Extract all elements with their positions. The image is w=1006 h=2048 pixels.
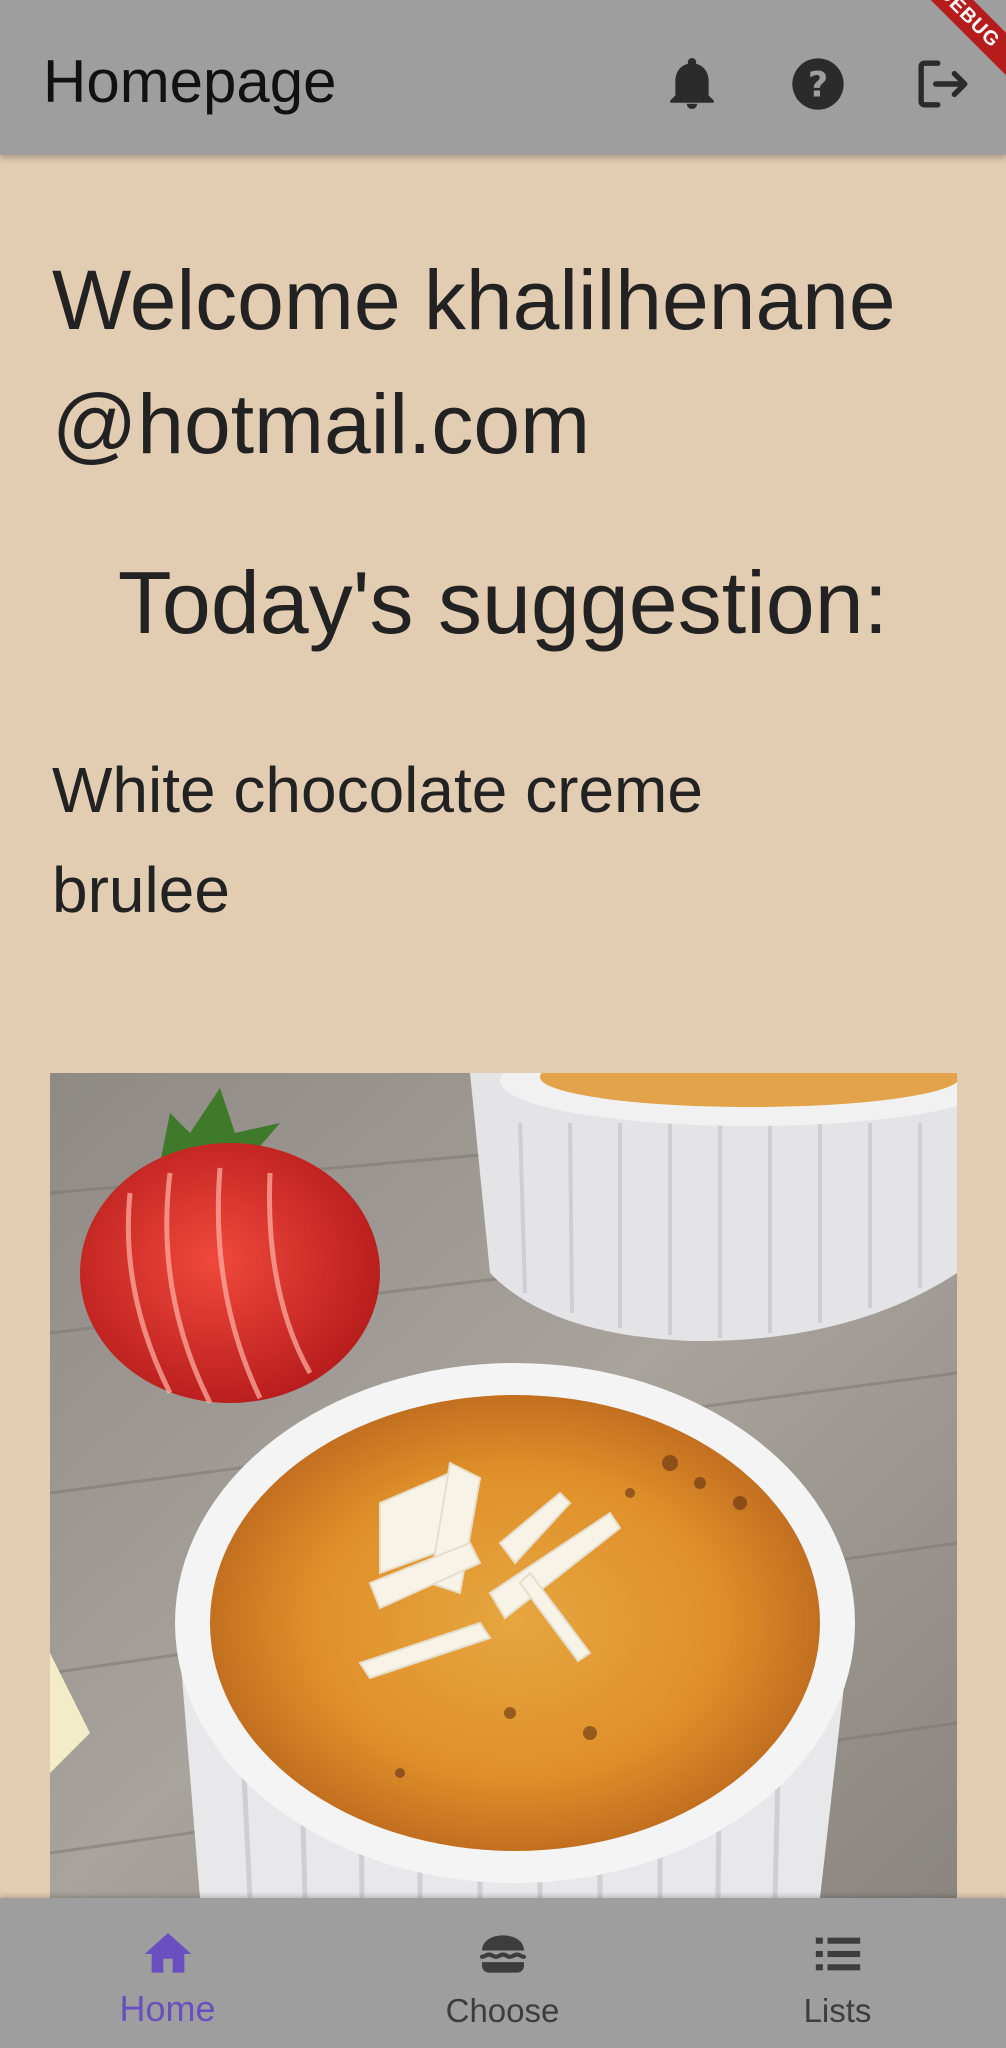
list-icon: [815, 1937, 860, 1971]
dish-image: [50, 1073, 957, 1898]
svg-text:?: ?: [808, 65, 828, 105]
creme-brulee-photo: [50, 1073, 957, 1898]
burger-icon: [479, 1935, 526, 1973]
bell-icon: [670, 58, 714, 109]
app-bar: Homepage ? DEBUG: [0, 0, 1006, 155]
nav-label-home: Home: [119, 1988, 216, 2029]
logout-icon: [918, 60, 968, 108]
nav-item-home[interactable]: Home: [0, 1898, 335, 2048]
home-icon: [144, 1933, 191, 1973]
logout-button[interactable]: [912, 52, 976, 116]
nav-label-choose: Choose: [445, 1992, 560, 2029]
help-button[interactable]: ?: [786, 52, 850, 116]
suggestion-heading: Today's suggestion:: [117, 553, 889, 652]
nav-label-lists: Lists: [803, 1992, 872, 2029]
dish-name: White chocolate creme brulee: [52, 754, 703, 926]
page-title: Homepage: [43, 48, 337, 115]
nav-item-lists[interactable]: Lists: [670, 1898, 1005, 2048]
notifications-button[interactable]: [660, 52, 724, 116]
nav-item-choose[interactable]: Choose: [335, 1898, 670, 2048]
bottom-navigation: Home Choose Lists: [0, 1898, 1006, 2048]
welcome-message: Welcome khalilhenane@hotmail.com: [52, 253, 896, 471]
help-circle-icon: ?: [792, 58, 844, 110]
